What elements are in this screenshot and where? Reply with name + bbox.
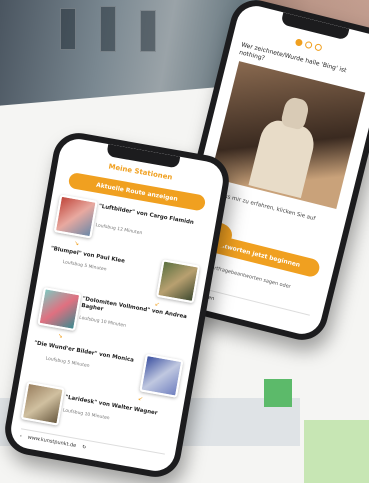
- progress-dots: [294, 38, 323, 52]
- window: [60, 8, 76, 50]
- station-thumbnail: [37, 287, 82, 332]
- light-green-square: [304, 420, 369, 483]
- url-text: www.kunstpunkt.de: [27, 434, 77, 450]
- artwork-image: [210, 61, 366, 210]
- station-duration: Loufsbug 12 Minuten: [95, 223, 143, 237]
- station-duration: Loufsbug 5 Minuten: [45, 356, 90, 370]
- green-square: [264, 379, 292, 407]
- station-thumbnail: [139, 353, 184, 398]
- progress-dot: [314, 43, 323, 52]
- station-duration: Loufsbug 5 Minuten: [62, 259, 107, 273]
- window: [140, 10, 156, 52]
- figure-body: [248, 117, 318, 199]
- progress-dot: [304, 40, 313, 50]
- station-duration: Loufsbug 10 Minuten: [62, 408, 110, 422]
- figure-head: [279, 95, 311, 131]
- station-thumbnail: [53, 194, 98, 239]
- window: [100, 6, 116, 52]
- progress-dot: [294, 38, 304, 47]
- station-thumbnail: [20, 381, 65, 426]
- back-icon[interactable]: ‹: [19, 433, 22, 439]
- reload-icon[interactable]: ↻: [82, 444, 87, 451]
- station-thumbnail: [156, 259, 201, 304]
- station-duration: Loufsbug 10 Minuten: [78, 315, 127, 329]
- scene: Wer zeichnete/Wurde halle 'Bing' ist not…: [0, 0, 369, 483]
